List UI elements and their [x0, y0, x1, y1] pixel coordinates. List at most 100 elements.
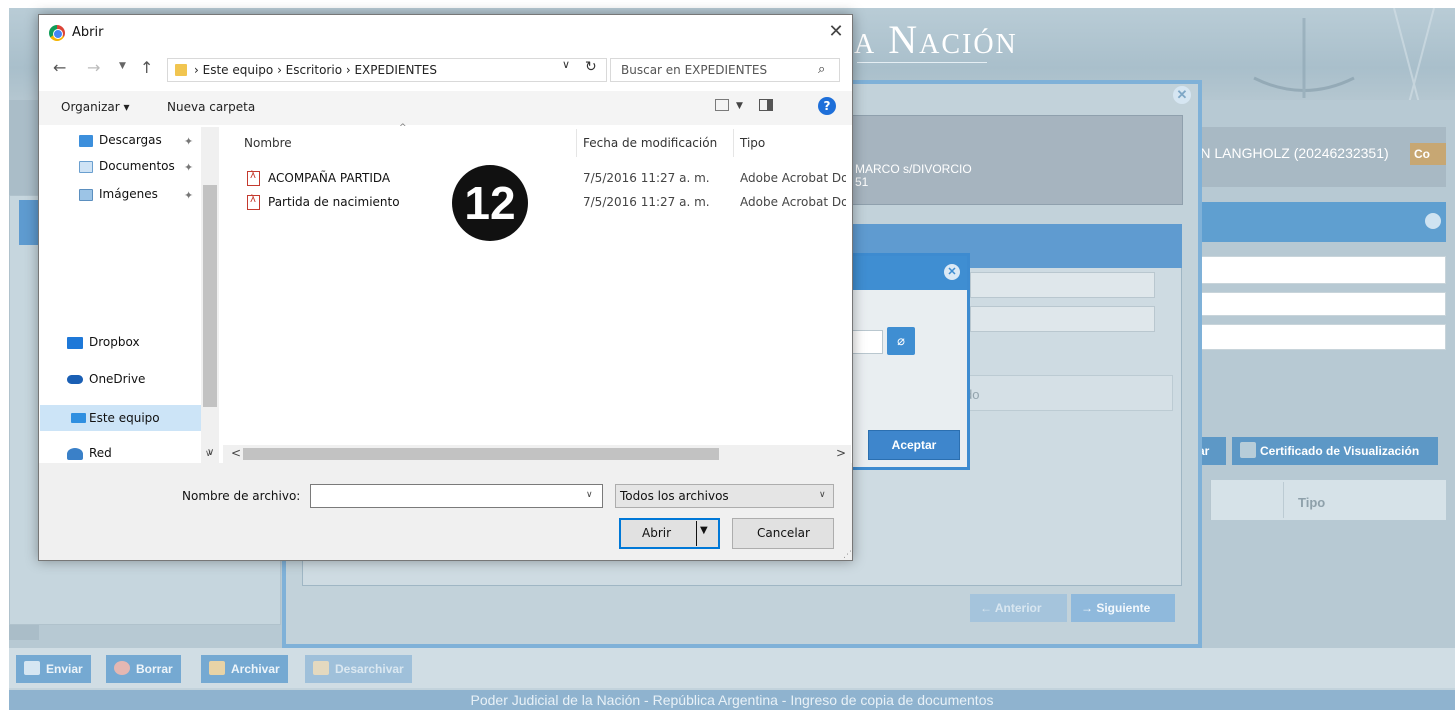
nav-collapse-icon[interactable]: ∨ — [207, 447, 214, 458]
paperclip-icon[interactable]: ⌀ — [887, 327, 915, 355]
send-button-label: Enviar — [46, 662, 83, 676]
address-dropdown-icon[interactable]: ∨ — [562, 58, 570, 71]
open-button-separator — [696, 521, 697, 546]
view-options-caret-icon[interactable]: ▼ — [736, 101, 743, 111]
column-header-modified[interactable]: Fecha de modificación — [583, 136, 717, 150]
preview-pane-icon[interactable] — [759, 99, 773, 111]
user-button[interactable]: Co — [1410, 143, 1446, 165]
certificate-button[interactable]: Certificado de Visualización — [1232, 437, 1438, 465]
right-text-field-2[interactable] — [1186, 324, 1446, 350]
address-bar[interactable]: › Este equipo › Escritorio › EXPEDIENTES — [167, 58, 607, 82]
file-type-filter-label: Todos los archivos — [620, 489, 729, 503]
delete-button-label: Borrar — [136, 662, 173, 676]
pin-icon[interactable]: ✦ — [184, 161, 193, 174]
filename-label: Nombre de archivo: — [182, 489, 301, 503]
dialog-bottom-area — [39, 463, 852, 560]
envelope-icon — [24, 661, 40, 675]
accept-button[interactable]: Aceptar — [868, 430, 960, 460]
doc-description-field[interactable] — [970, 306, 1155, 332]
file-type: Adobe Acrobat Do — [740, 171, 846, 185]
pdf-file-icon — [247, 170, 260, 186]
send-button[interactable]: Enviar — [16, 655, 91, 683]
resize-grip-icon[interactable]: ⋰ — [843, 550, 852, 560]
close-icon[interactable]: ✕ — [825, 21, 847, 43]
sort-ascending-icon: ^ — [399, 123, 407, 133]
app-header-title: a Nación — [854, 17, 1018, 62]
chrome-icon — [49, 25, 65, 41]
dialog-toolbar — [39, 91, 852, 125]
file-name: Partida de nacimiento — [268, 195, 400, 209]
column-separator[interactable] — [733, 129, 734, 157]
cancel-button-label: Cancelar — [757, 526, 810, 540]
attach-file-input[interactable] — [851, 330, 883, 354]
unarchive-button[interactable]: Desarchivar — [305, 655, 412, 683]
breadcrumb[interactable]: › Este equipo › Escritorio › EXPEDIENTES — [194, 63, 437, 77]
filename-dropdown-icon[interactable]: ∨ — [586, 490, 593, 500]
nav-item-label: Descargas — [99, 133, 162, 147]
case-number: 51 — [855, 175, 869, 189]
file-name: ACOMPAÑA PARTIDA — [268, 171, 391, 185]
certificate-icon — [1240, 442, 1256, 458]
dropbox-icon — [67, 337, 83, 349]
dialog-title: Abrir — [72, 25, 104, 40]
refresh-icon[interactable]: ↻ — [585, 59, 597, 75]
pin-icon[interactable]: ✦ — [184, 189, 193, 202]
scroll-right-icon[interactable]: > — [836, 446, 846, 460]
tipo-column-header — [1210, 480, 1446, 520]
scroll-left-icon[interactable]: < — [231, 446, 241, 460]
attach-dialog-close-icon[interactable]: ✕ — [944, 264, 960, 280]
folder-open-icon — [313, 661, 329, 675]
right-select-field[interactable] — [1186, 256, 1446, 284]
search-icon[interactable]: ⌕ — [818, 62, 825, 77]
right-panel-header — [1186, 202, 1446, 242]
recent-locations-icon[interactable]: ▼ — [119, 61, 126, 71]
horizontal-scrollbar-thumb[interactable] — [243, 448, 719, 460]
file-modified: 7/5/2016 11:27 a. m. — [583, 171, 710, 185]
file-row[interactable]: ACOMPAÑA PARTIDA 7/5/2016 11:27 a. m. Ad… — [247, 169, 847, 191]
previous-button[interactable]: ← Anterior — [970, 594, 1067, 622]
new-folder-button[interactable]: Nueva carpeta — [167, 100, 255, 114]
documents-folder-icon — [79, 161, 93, 173]
doc-type-select[interactable] — [970, 272, 1155, 298]
collapse-icon[interactable] — [1425, 213, 1441, 229]
up-arrow-icon[interactable]: ↑ — [140, 58, 153, 77]
next-button[interactable]: → Siguiente — [1071, 594, 1175, 622]
nav-item-label: Red — [89, 446, 112, 460]
forward-arrow-icon[interactable]: → — [87, 58, 100, 77]
delete-icon — [114, 661, 130, 675]
open-options-caret-icon[interactable]: ▼ — [700, 525, 714, 539]
download-folder-icon — [79, 135, 93, 147]
modal-close-icon[interactable]: ✕ — [1173, 86, 1191, 104]
pin-icon[interactable]: ✦ — [184, 135, 193, 148]
unarchive-button-label: Desarchivar — [335, 662, 404, 676]
case-title: MARCO s/DIVORCIO — [855, 162, 972, 176]
column-separator[interactable] — [576, 129, 577, 157]
pdf-file-icon — [247, 194, 260, 210]
header-underline — [857, 62, 987, 63]
column-header-name[interactable]: Nombre — [244, 136, 292, 150]
search-input[interactable]: Buscar en EXPEDIENTES ⌕ — [610, 58, 840, 82]
organize-menu[interactable]: Organizar ▾ — [61, 100, 130, 114]
folder-icon — [175, 64, 187, 76]
nav-item-label: OneDrive — [89, 372, 146, 386]
user-name: AN LANGHOLZ (20246232351) — [1191, 145, 1389, 161]
column-header-type[interactable]: Tipo — [740, 136, 765, 150]
delete-button[interactable]: Borrar — [106, 655, 181, 683]
filter-dropdown-icon[interactable]: ∨ — [819, 490, 826, 500]
nav-scrollbar-thumb[interactable] — [203, 185, 217, 407]
right-text-field[interactable] — [1186, 292, 1446, 316]
file-type: Adobe Acrobat Do — [740, 195, 846, 209]
open-button-label: Abrir — [642, 526, 672, 540]
back-arrow-icon[interactable]: ← — [53, 58, 66, 77]
view-options-icon[interactable] — [715, 99, 729, 111]
column-separator — [1283, 482, 1284, 518]
nav-item-label: Documentos — [99, 159, 175, 173]
archive-button[interactable]: Archivar — [201, 655, 288, 683]
tipo-header-label: Tipo — [1298, 495, 1326, 510]
filename-input[interactable] — [310, 484, 603, 508]
nav-item-label: Dropbox — [89, 335, 140, 349]
file-row[interactable]: Partida de nacimiento 7/5/2016 11:27 a. … — [247, 193, 847, 215]
archive-button-label: Archivar — [231, 662, 280, 676]
help-icon[interactable]: ? — [818, 97, 836, 115]
file-open-dialog: Abrir ✕ ← → ▼ ↑ › Este equipo › Escritor… — [38, 14, 853, 561]
